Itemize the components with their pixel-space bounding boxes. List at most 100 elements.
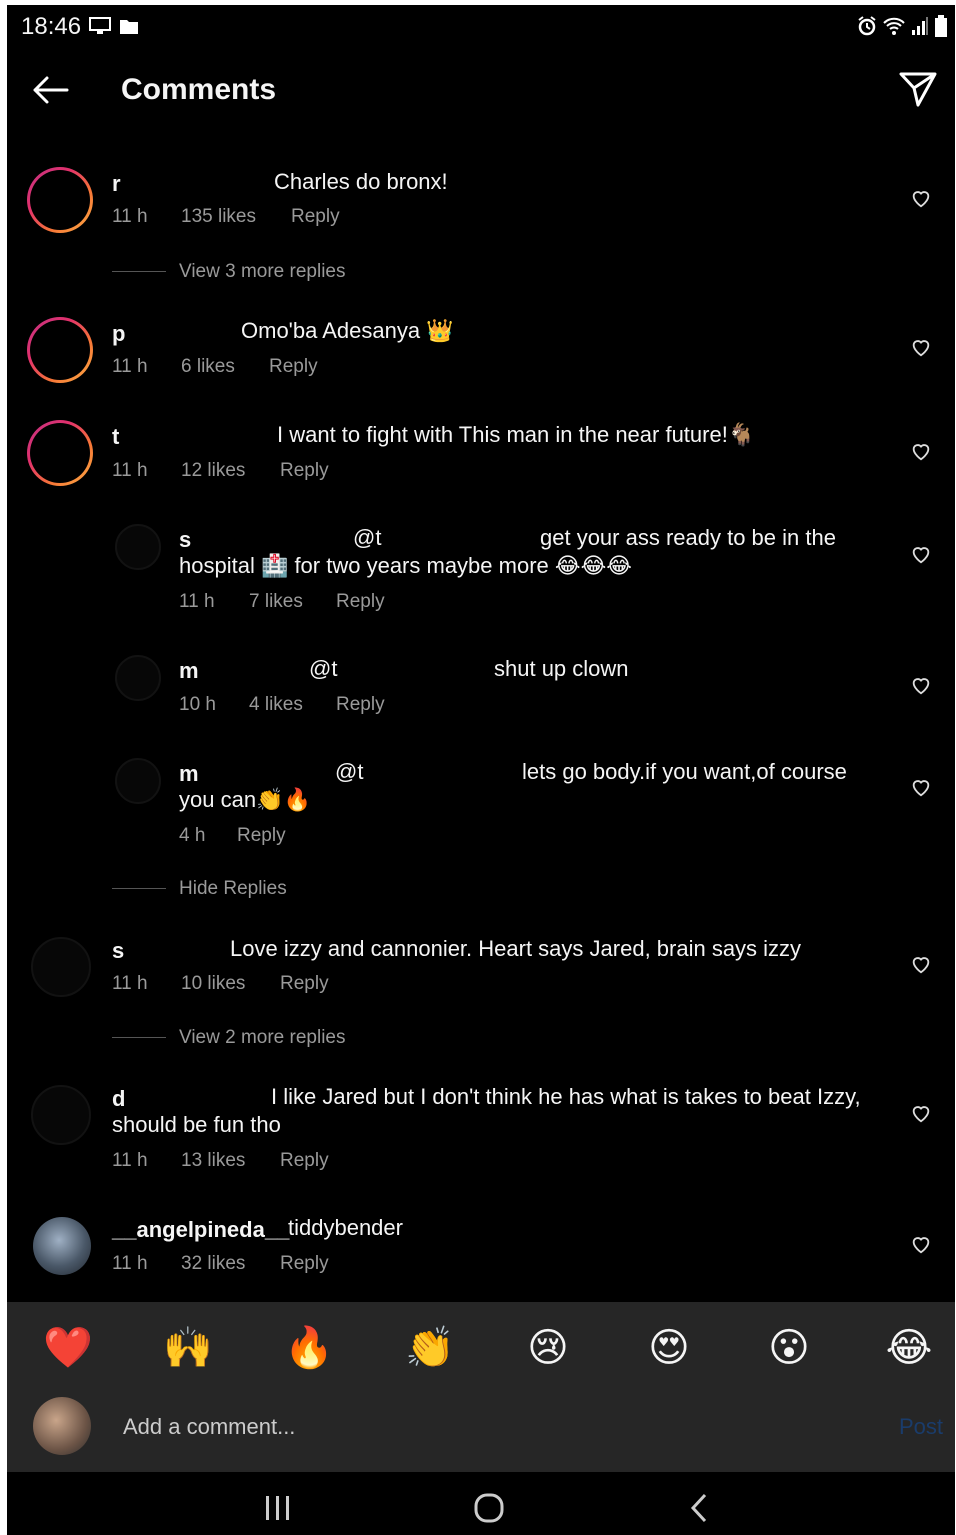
comment-meta: 4 h Reply (179, 825, 286, 847)
comment-time: 10 h (179, 694, 216, 715)
comment-meta: 11 h 10 likes Reply (112, 973, 329, 995)
comment-username[interactable]: p (112, 321, 125, 347)
avatar[interactable] (31, 937, 91, 997)
heart-icon[interactable] (910, 543, 932, 565)
avatar[interactable] (115, 655, 161, 701)
comments-header: Comments (7, 61, 955, 125)
wifi-icon (883, 17, 905, 35)
home-icon[interactable] (473, 1492, 505, 1524)
comment-meta: 11 h 6 likes Reply (112, 356, 318, 378)
comment-username[interactable]: s (112, 938, 124, 964)
reply-button[interactable]: Reply (237, 825, 286, 847)
avatar[interactable] (33, 1217, 91, 1275)
comment-likes[interactable]: 6 likes (181, 356, 269, 378)
mention-link[interactable]: @t (309, 655, 337, 683)
emoji-button[interactable]: ❤️ (43, 1324, 93, 1372)
heart-icon[interactable] (910, 187, 932, 209)
heart-icon[interactable] (910, 440, 932, 462)
comment-time: 11 h (112, 1150, 148, 1171)
heart-icon[interactable] (910, 674, 932, 696)
emoji-button[interactable]: 🙌 (163, 1324, 213, 1372)
avatar[interactable] (27, 167, 93, 233)
recent-apps-icon[interactable] (263, 1494, 293, 1522)
comment-meta: 11 h 12 likes Reply (112, 460, 329, 482)
comment-meta: 11 h 135 likes Reply (112, 206, 340, 228)
reply-button[interactable]: Reply (280, 1253, 329, 1275)
system-nav-bar (7, 1472, 955, 1535)
comment-likes[interactable]: 12 likes (181, 460, 280, 482)
comment-likes[interactable]: 32 likes (181, 1253, 280, 1275)
emoji-button[interactable]: 👏 (405, 1324, 455, 1372)
avatar (33, 1397, 91, 1455)
comment-meta: 10 h 4 likes Reply (179, 694, 385, 716)
comment-likes[interactable]: 10 likes (181, 973, 280, 995)
hide-replies-button[interactable]: Hide Replies (179, 878, 287, 900)
reply-button[interactable]: Reply (280, 973, 329, 995)
reply-button[interactable]: Reply (291, 206, 340, 228)
divider (112, 888, 166, 889)
heart-icon[interactable] (910, 1233, 932, 1255)
comment-likes[interactable]: 7 likes (249, 591, 336, 613)
monitor-icon (89, 17, 111, 34)
comment-time: 11 h (112, 356, 148, 377)
comment-text: Omo'ba Adesanya 👑 (241, 318, 454, 343)
emoji-button[interactable]: 😢 (524, 1324, 572, 1372)
reply-button[interactable]: Reply (269, 356, 318, 378)
view-more-replies-button[interactable]: View 3 more replies (179, 261, 346, 283)
mention-link[interactable]: @t (335, 758, 363, 786)
heart-icon[interactable] (910, 1102, 932, 1124)
comment-likes[interactable]: 135 likes (181, 206, 291, 228)
comment-time: 11 h (112, 1253, 148, 1274)
heart-icon[interactable] (910, 953, 932, 975)
screen: 18:46 Comments r Charles do bronx! 11 h … (7, 5, 955, 1535)
send-icon[interactable] (899, 71, 937, 107)
emoji-button[interactable]: 😮 (765, 1324, 813, 1372)
comment-text: I like Jared but I don't think he has wh… (271, 1084, 861, 1109)
comment-text: Charles do bronx! (274, 169, 448, 194)
comment-input[interactable]: Add a comment... (123, 1414, 295, 1440)
avatar[interactable] (115, 524, 161, 570)
comment-composer: ❤️ 🙌 🔥 👏 😢 😍 😮 😂 Add a comment... Post (7, 1302, 955, 1472)
comment-username[interactable]: m (179, 658, 199, 684)
comment-text-continued: you can👏🔥 (179, 787, 311, 812)
avatar[interactable] (115, 758, 161, 804)
comment-time: 4 h (179, 825, 206, 846)
comment-username[interactable]: m (179, 761, 199, 787)
avatar[interactable] (27, 420, 93, 486)
post-button[interactable]: Post (899, 1414, 943, 1440)
status-bar: 18:46 (7, 5, 955, 49)
folder-icon (120, 20, 138, 34)
avatar[interactable] (31, 1085, 91, 1145)
comment-username[interactable]: r (112, 171, 121, 197)
reply-button[interactable]: Reply (280, 1150, 329, 1172)
page-title: Comments (121, 73, 277, 106)
arrow-left-icon[interactable] (31, 75, 69, 105)
mention-link[interactable]: @t (353, 524, 381, 552)
comment-text: I want to fight with This man in the nea… (277, 422, 756, 447)
comment-meta: 11 h 32 likes Reply (112, 1253, 329, 1275)
heart-icon[interactable] (910, 336, 932, 358)
comment-time: 11 h (112, 206, 148, 227)
back-icon[interactable] (687, 1492, 711, 1524)
comment-username[interactable]: t (112, 424, 119, 450)
emoji-button[interactable]: 😍 (645, 1324, 693, 1372)
signal-icon (912, 17, 928, 35)
heart-icon[interactable] (910, 776, 932, 798)
comment-username[interactable]: d (112, 1086, 125, 1112)
reply-button[interactable]: Reply (336, 591, 385, 613)
comment-likes[interactable]: 13 likes (181, 1150, 280, 1172)
avatar[interactable] (27, 317, 93, 383)
view-more-replies-button[interactable]: View 2 more replies (179, 1027, 346, 1049)
comment-text: shut up clown (494, 656, 629, 681)
reply-button[interactable]: Reply (336, 694, 385, 716)
emoji-button[interactable]: 🔥 (284, 1324, 334, 1372)
comment-time: 11 h (112, 460, 148, 481)
emoji-button[interactable]: 😂 (885, 1324, 933, 1372)
reply-button[interactable]: Reply (280, 460, 329, 482)
comment-likes[interactable]: 4 likes (249, 694, 336, 716)
comment-username[interactable]: __angelpineda__ (112, 1217, 289, 1243)
divider (112, 1037, 166, 1038)
alarm-icon (858, 16, 876, 36)
comment-meta: 11 h 7 likes Reply (179, 591, 385, 613)
comment-username[interactable]: s (179, 527, 191, 553)
